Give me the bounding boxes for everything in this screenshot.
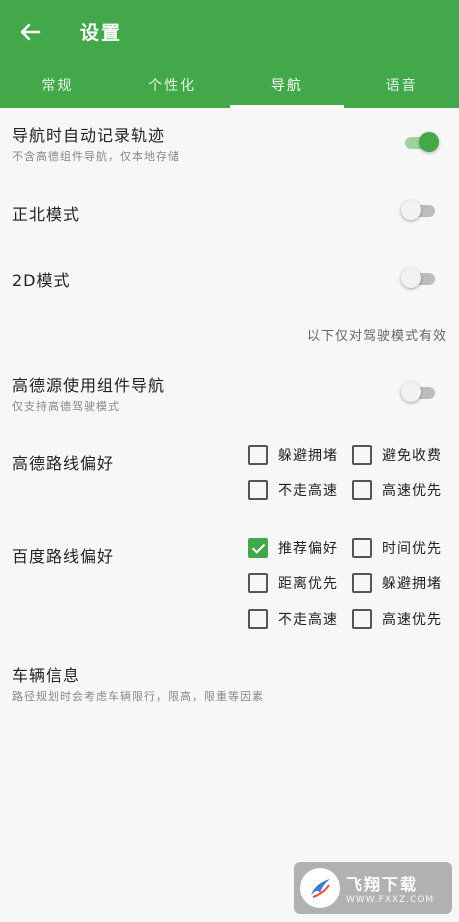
switch-knob <box>401 382 421 402</box>
checkbox-box <box>248 609 268 629</box>
checkbox-box <box>352 538 372 558</box>
option-label: 避免收费 <box>382 448 442 464</box>
vehicle-info-title[interactable]: 车辆信息 <box>12 662 80 686</box>
tab-general[interactable]: 常规 <box>0 68 115 108</box>
checkbox-box <box>352 445 372 465</box>
amap-option-avoid-toll[interactable]: 避免收费 <box>352 445 442 465</box>
watermark-badge: 飞翔下载 WWW.FXXZ.COM <box>294 862 452 914</box>
checkbox-box <box>352 480 372 500</box>
north-mode-switch[interactable] <box>401 200 435 220</box>
amap-option-no-highway[interactable]: 不走高速 <box>248 480 338 500</box>
option-label: 推荐偏好 <box>278 541 338 557</box>
drive-mode-note: 以下仅对驾驶模式有效 <box>306 329 447 344</box>
tab-bar: 常规 个性化 导航 语音 <box>0 68 459 108</box>
watermark-brand: 飞翔下载 <box>346 875 419 894</box>
amap-component-switch[interactable] <box>401 382 435 402</box>
mode-2d-switch[interactable] <box>401 268 435 288</box>
baidu-option-time-first[interactable]: 时间优先 <box>352 538 442 558</box>
option-label: 不走高速 <box>278 483 338 499</box>
baidu-option-no-highway[interactable]: 不走高速 <box>248 609 338 629</box>
checkbox-box <box>352 573 372 593</box>
amap-component-title: 高德源使用组件导航 <box>12 376 166 395</box>
app-bar: 设置 常规 个性化 导航 语音 <box>0 0 459 108</box>
watermark-url: WWW.FXXZ.COM <box>346 895 435 905</box>
back-button[interactable] <box>14 18 46 46</box>
auto-track-subtitle: 不含高德组件导航，仅本地存储 <box>12 150 180 163</box>
watermark-logo-icon <box>300 868 340 908</box>
switch-knob <box>401 268 421 288</box>
auto-track-title: 导航时自动记录轨迹 <box>12 126 166 145</box>
checkbox-box <box>248 538 268 558</box>
auto-track-switch[interactable] <box>401 132 439 152</box>
amap-component-subtitle: 仅支持高德驾驶模式 <box>12 400 120 413</box>
baidu-option-distance-first[interactable]: 距离优先 <box>248 573 338 593</box>
baidu-option-recommended[interactable]: 推荐偏好 <box>248 538 338 558</box>
amap-route-title: 高德路线偏好 <box>12 454 115 473</box>
switch-knob <box>401 200 421 220</box>
checkbox-box <box>248 480 268 500</box>
back-arrow-icon <box>20 23 41 41</box>
mode-2d-title: 2D模式 <box>12 271 71 290</box>
checkbox-box <box>248 445 268 465</box>
tab-voice[interactable]: 语音 <box>344 68 459 108</box>
page-title: 设置 <box>80 22 123 44</box>
option-label: 不走高速 <box>278 612 338 628</box>
tab-personalize[interactable]: 个性化 <box>115 68 230 108</box>
option-label: 高速优先 <box>382 612 442 628</box>
baidu-route-title: 百度路线偏好 <box>12 547 115 566</box>
option-label: 时间优先 <box>382 541 442 557</box>
checkbox-box <box>248 573 268 593</box>
switch-knob <box>419 132 439 152</box>
amap-option-avoid-congestion[interactable]: 躲避拥堵 <box>248 445 338 465</box>
baidu-option-avoid-congestion[interactable]: 躲避拥堵 <box>352 573 442 593</box>
option-label: 躲避拥堵 <box>278 448 338 464</box>
baidu-option-highway-first[interactable]: 高速优先 <box>352 609 442 629</box>
north-mode-title: 正北模式 <box>12 205 81 224</box>
option-label: 高速优先 <box>382 483 442 499</box>
amap-option-highway-first[interactable]: 高速优先 <box>352 480 442 500</box>
option-label: 距离优先 <box>278 576 338 592</box>
option-label: 躲避拥堵 <box>382 576 442 592</box>
watermark-text: 飞翔下载 WWW.FXXZ.COM <box>346 871 434 905</box>
tab-navigation[interactable]: 导航 <box>229 68 345 108</box>
vehicle-info-subtitle: 路径规划时会考虑车辆限行，限高，限重等因素 <box>12 690 264 703</box>
checkbox-box <box>352 609 372 629</box>
